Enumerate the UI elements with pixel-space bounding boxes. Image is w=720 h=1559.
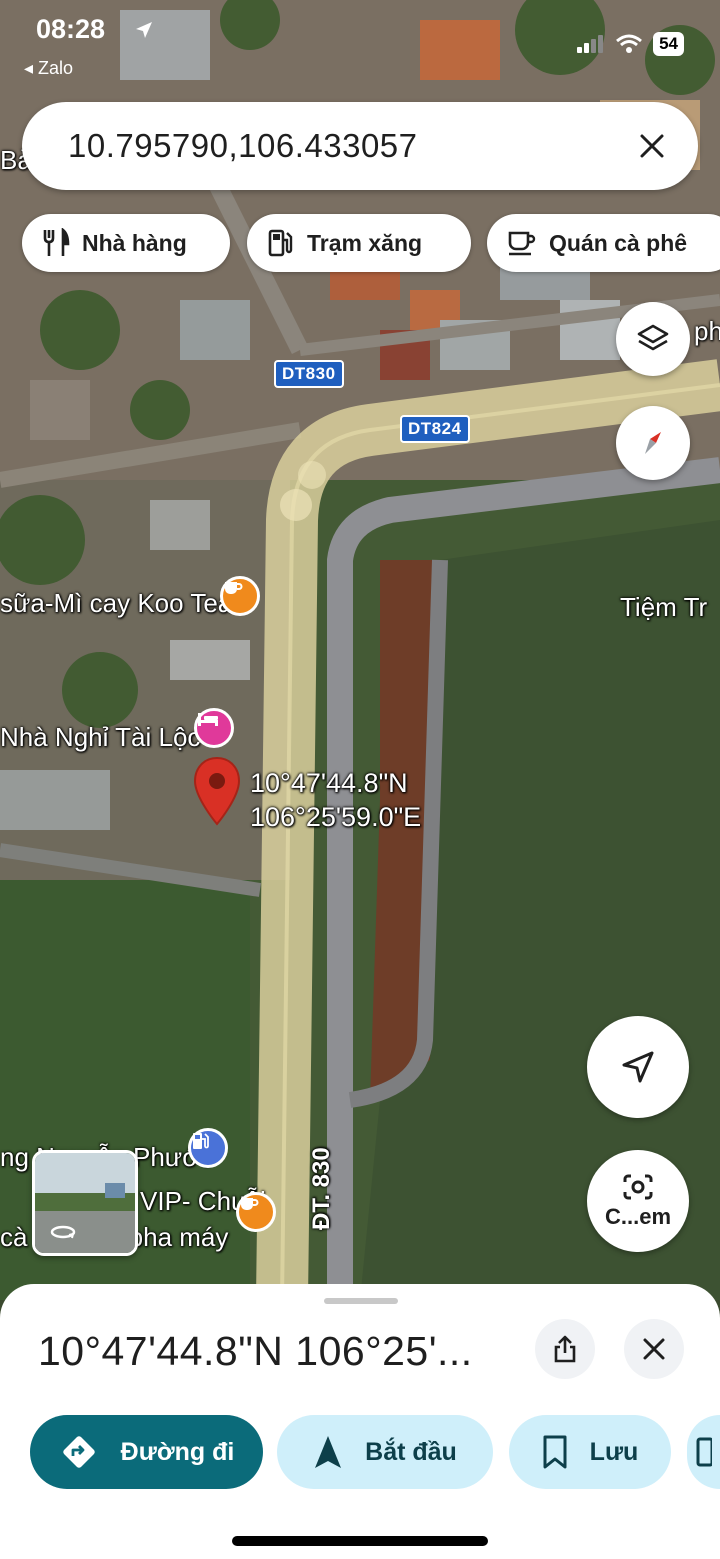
street-view-thumbnail[interactable] bbox=[32, 1150, 138, 1256]
compass-button[interactable] bbox=[616, 406, 690, 480]
directions-button[interactable]: Đường đi bbox=[30, 1415, 263, 1489]
navigation-arrow-icon bbox=[315, 1436, 342, 1468]
directions-label: Đường đi bbox=[120, 1437, 235, 1466]
close-sheet-button[interactable] bbox=[624, 1319, 684, 1379]
layers-icon bbox=[637, 324, 669, 351]
cafe-poi-icon[interactable] bbox=[220, 576, 260, 616]
coffee-cup-icon bbox=[508, 231, 536, 256]
chip-cafes[interactable]: Quán cà phê bbox=[487, 214, 720, 272]
status-time: 08:28 bbox=[36, 14, 106, 44]
search-input[interactable]: 10.795790,106.433057 bbox=[68, 127, 622, 165]
place-bottom-sheet[interactable]: 10°47'44.8"N 106°25'... Đường đi Bắt đầu… bbox=[0, 1284, 720, 1559]
more-actions-icon bbox=[696, 1437, 712, 1467]
start-label: Bắt đầu bbox=[365, 1437, 457, 1466]
home-indicator bbox=[232, 1536, 488, 1546]
hotel-poi-icon[interactable] bbox=[194, 708, 234, 748]
cafe-poi-icon-2[interactable] bbox=[236, 1192, 276, 1232]
start-button[interactable]: Bắt đầu bbox=[277, 1415, 493, 1489]
camera-icon bbox=[623, 1174, 653, 1200]
battery-indicator: 54 bbox=[653, 32, 684, 56]
my-location-button[interactable] bbox=[587, 1016, 689, 1118]
status-icons: 54 bbox=[577, 32, 684, 56]
pin-coordinates-label: 10°47'44.8"N 106°25'59.0"E bbox=[250, 766, 421, 834]
chip-label: Quán cà phê bbox=[549, 229, 688, 256]
layers-button[interactable] bbox=[616, 302, 690, 376]
gas-station-icon bbox=[268, 229, 293, 257]
bookmark-icon bbox=[543, 1435, 567, 1469]
share-button[interactable] bbox=[535, 1319, 595, 1379]
location-arrow-icon bbox=[134, 20, 154, 45]
gas-station-poi-icon[interactable] bbox=[188, 1128, 228, 1168]
pin-latitude: 10°47'44.8"N bbox=[250, 768, 408, 798]
save-label: Lưu bbox=[589, 1437, 639, 1466]
chip-label: Trạm xăng bbox=[307, 229, 423, 256]
back-to-app-link[interactable]: ◂ Zalo bbox=[24, 58, 73, 79]
search-bar[interactable]: 10.795790,106.433057 bbox=[22, 102, 698, 190]
pin-longitude: 106°25'59.0"E bbox=[250, 802, 422, 832]
wifi-icon bbox=[616, 34, 643, 53]
road-shield-dt824: DT824 bbox=[400, 415, 470, 443]
chip-restaurants[interactable]: Nhà hàng bbox=[22, 214, 230, 272]
place-label-koo-tea[interactable]: sữa-Mì cay Koo Tea bbox=[0, 588, 232, 619]
place-label-nha-nghi[interactable]: Nhà Nghỉ Tài Lộc bbox=[0, 722, 200, 753]
camera-button-label: C...em bbox=[604, 1204, 672, 1229]
road-shield-dt830: DT830 bbox=[274, 360, 344, 388]
road-label-dt830-vertical: ĐT. 830 bbox=[308, 1147, 335, 1230]
chip-gas-stations[interactable]: Trạm xăng bbox=[247, 214, 471, 272]
signal-icon bbox=[577, 35, 604, 53]
camera-search-button[interactable]: C...em bbox=[587, 1150, 689, 1252]
chip-label: Nhà hàng bbox=[82, 229, 187, 256]
clear-search-button[interactable] bbox=[622, 116, 682, 176]
place-title: 10°47'44.8"N 106°25'... bbox=[38, 1328, 473, 1374]
directions-icon bbox=[62, 1436, 95, 1468]
close-icon bbox=[643, 1338, 665, 1360]
more-actions-button[interactable] bbox=[687, 1415, 720, 1489]
place-label-tiem[interactable]: Tiệm Tr bbox=[620, 592, 707, 623]
close-icon bbox=[640, 134, 664, 158]
place-label-top-right: ph bbox=[694, 316, 720, 346]
fork-knife-icon bbox=[43, 228, 70, 256]
save-button[interactable]: Lưu bbox=[509, 1415, 671, 1489]
navigation-arrow-icon bbox=[622, 1051, 654, 1083]
share-icon bbox=[554, 1335, 576, 1363]
compass-icon bbox=[645, 432, 661, 454]
sheet-drag-handle[interactable] bbox=[324, 1298, 398, 1304]
